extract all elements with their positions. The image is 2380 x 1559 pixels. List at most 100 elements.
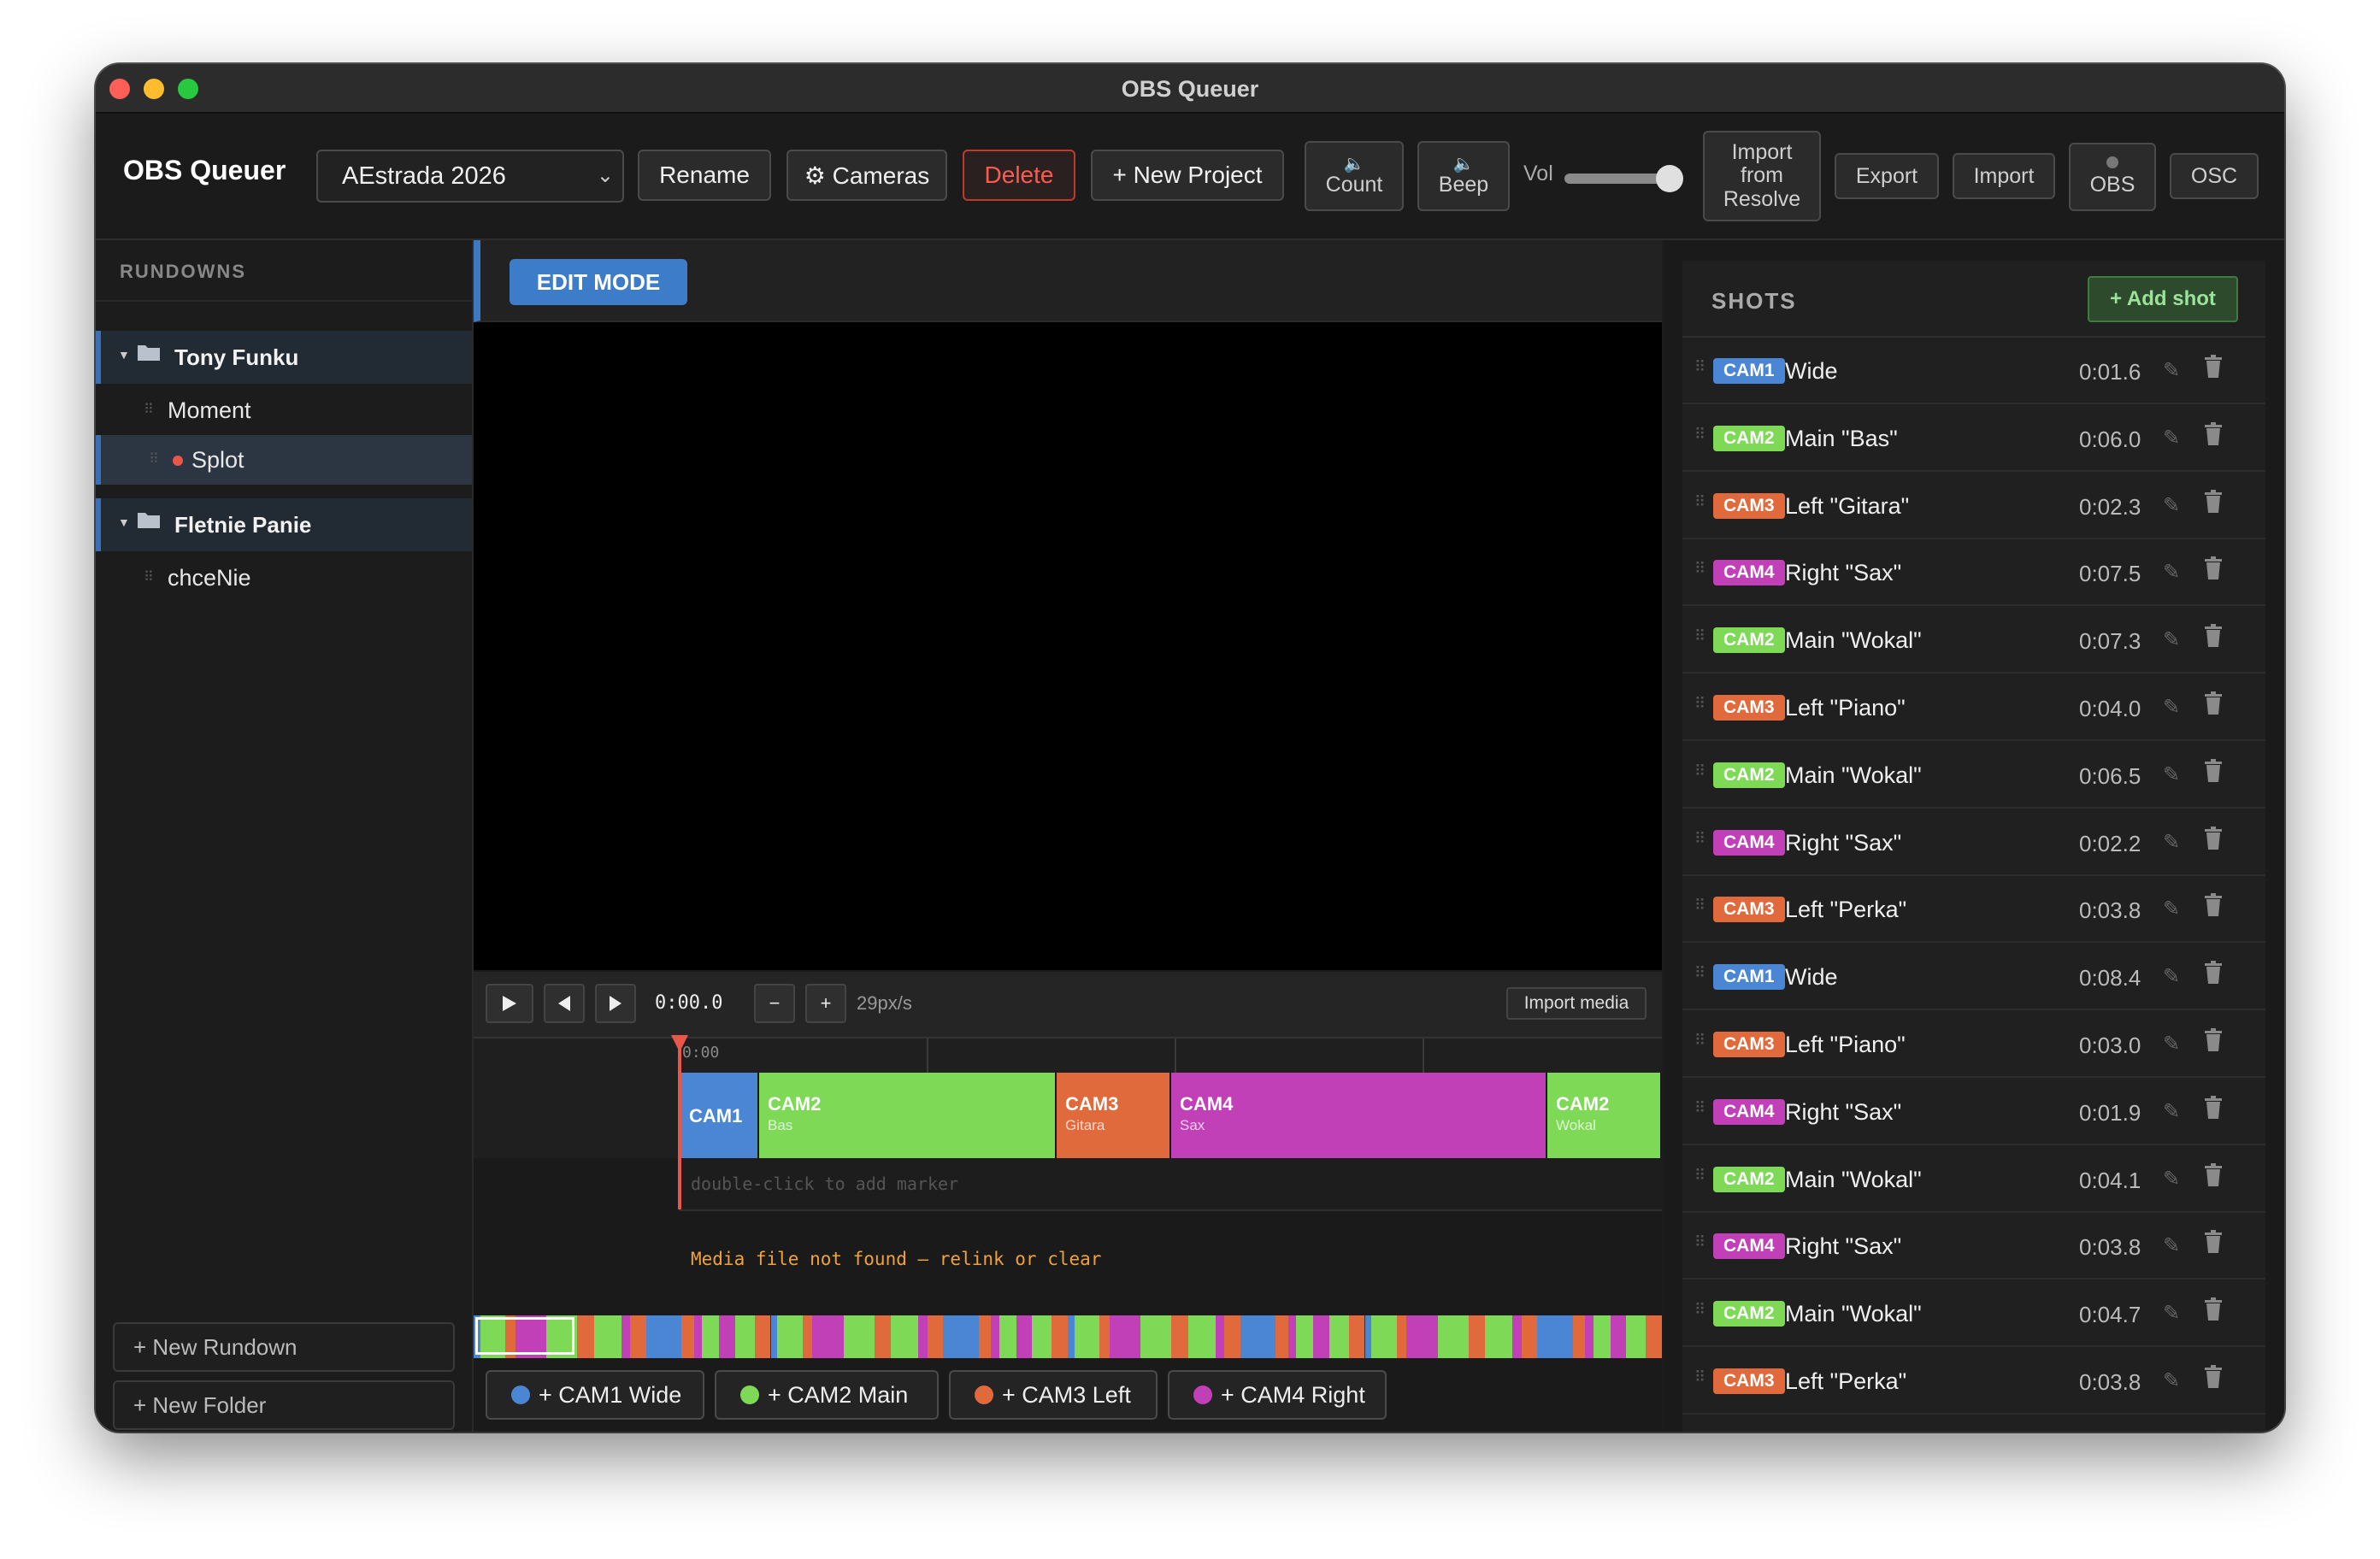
trash-icon[interactable]: [2204, 1230, 2223, 1254]
shot-row[interactable]: ⠿ CAM1 Wide 0:01.6 ✎: [1682, 338, 2265, 404]
beep-button[interactable]: 🔈 Beep: [1417, 141, 1510, 211]
shot-duration[interactable]: 0:01.6: [2079, 359, 2141, 385]
shot-row[interactable]: ⠿ CAM2 Main "Wokal" 0:04.7 ✎: [1682, 1280, 2265, 1348]
drag-handle-icon[interactable]: ⠿: [1694, 1301, 1705, 1319]
shot-duration[interactable]: 0:03.8: [2079, 897, 2141, 924]
drag-handle-icon[interactable]: ⠿: [144, 401, 154, 418]
new-project-button[interactable]: + New Project: [1091, 150, 1284, 201]
shot-duration[interactable]: 0:03.0: [2079, 1032, 2141, 1059]
drag-handle-icon[interactable]: ⠿: [1694, 1233, 1705, 1251]
drag-handle-icon[interactable]: ⠿: [1694, 897, 1705, 915]
step-forward-button[interactable]: [595, 984, 636, 1023]
pencil-icon[interactable]: ✎: [2163, 1099, 2180, 1124]
trash-icon[interactable]: [2204, 691, 2223, 715]
edit-mode-button[interactable]: EDIT MODE: [510, 259, 687, 305]
rundown-item-moment[interactable]: ⠿ Moment: [96, 385, 472, 435]
shot-row[interactable]: ⠿ CAM2 Main "Wokal" 0:04.1 ✎: [1682, 1146, 2265, 1213]
folder-tony-funku[interactable]: ▼ Tony Funku: [96, 331, 472, 384]
add-cam4-button[interactable]: + CAM4 Right: [1168, 1370, 1387, 1420]
disclosure-triangle-icon[interactable]: ▼: [118, 515, 130, 529]
pencil-icon[interactable]: ✎: [2163, 1233, 2180, 1258]
drag-handle-icon[interactable]: ⠿: [1694, 1032, 1705, 1050]
shot-row[interactable]: ⠿ CAM4 Right "Sax" 0:07.5 ✎: [1682, 539, 2265, 607]
drag-handle-icon[interactable]: ⠿: [1694, 695, 1705, 713]
drag-handle-icon[interactable]: ⠿: [1694, 1167, 1705, 1185]
shot-row[interactable]: ⠿ CAM4 Right "Sax" 0:02.2 ✎: [1682, 809, 2265, 876]
add-cam2-button[interactable]: + CAM2 Main: [715, 1370, 939, 1420]
pencil-icon[interactable]: ✎: [2163, 1368, 2180, 1393]
shot-duration[interactable]: 0:08.4: [2079, 965, 2141, 991]
count-button[interactable]: 🔈 Count: [1305, 141, 1404, 211]
shot-row[interactable]: ⠿ CAM2 Main "Wokal" 0:07.3 ✎: [1682, 607, 2265, 674]
folder-fletnie-panie[interactable]: ▼ Fletnie Panie: [96, 498, 472, 551]
timeline-clip[interactable]: CAM2 Bas: [759, 1073, 1057, 1158]
pencil-icon[interactable]: ✎: [2163, 695, 2180, 720]
shot-duration[interactable]: 0:01.9: [2079, 1100, 2141, 1127]
playhead-handle[interactable]: [671, 1035, 688, 1052]
timeline-clip[interactable]: CAM3 Gitara: [1057, 1073, 1171, 1158]
obs-button[interactable]: OBS: [2069, 143, 2156, 211]
timeline-clip[interactable]: CAM1: [680, 1073, 759, 1158]
timeline-clip[interactable]: CAM4 Sax: [1171, 1073, 1547, 1158]
shot-row[interactable]: ⠿ CAM2 Main "Wokal" 0:06.5 ✎: [1682, 742, 2265, 809]
zoom-out-button[interactable]: −: [754, 984, 795, 1023]
pencil-icon[interactable]: ✎: [2163, 830, 2180, 855]
trash-icon[interactable]: [2204, 489, 2223, 514]
pencil-icon[interactable]: ✎: [2163, 762, 2180, 787]
pencil-icon[interactable]: ✎: [2163, 493, 2180, 518]
drag-handle-icon[interactable]: ⠿: [1694, 426, 1705, 444]
trash-icon[interactable]: [2204, 355, 2223, 379]
trash-icon[interactable]: [2204, 961, 2223, 985]
pencil-icon[interactable]: ✎: [2163, 358, 2180, 383]
project-select[interactable]: AEstrada 2026 ⌄: [316, 150, 624, 203]
import-media-button[interactable]: Import media: [1506, 987, 1647, 1020]
pencil-icon[interactable]: ✎: [2163, 1301, 2180, 1326]
add-cam3-button[interactable]: + CAM3 Left: [949, 1370, 1158, 1420]
zoom-in-button[interactable]: +: [805, 984, 846, 1023]
shot-row[interactable]: ⠿ CAM1 Wide 0:08.4 ✎: [1682, 944, 2265, 1011]
shot-duration[interactable]: 0:03.8: [2079, 1234, 2141, 1261]
add-shot-button[interactable]: + Add shot: [2088, 276, 2238, 322]
drag-handle-icon[interactable]: ⠿: [149, 450, 159, 468]
shot-row[interactable]: ⠿ CAM3 Left "Gitara" 0:02.3 ✎: [1682, 473, 2265, 539]
shot-duration[interactable]: 0:06.0: [2079, 427, 2141, 453]
drag-handle-icon[interactable]: ⠿: [144, 568, 154, 585]
shot-duration[interactable]: 0:06.5: [2079, 763, 2141, 790]
drag-handle-icon[interactable]: ⠿: [1694, 493, 1705, 511]
delete-button[interactable]: Delete: [963, 150, 1075, 201]
drag-handle-icon[interactable]: ⠿: [1694, 1368, 1705, 1386]
shot-duration[interactable]: 0:07.3: [2079, 628, 2141, 655]
trash-icon[interactable]: [2204, 556, 2223, 580]
shot-duration[interactable]: 0:04.0: [2079, 696, 2141, 722]
import-button[interactable]: Import: [1953, 153, 2055, 199]
rundown-item-chcenie[interactable]: ⠿ chceNie: [96, 553, 472, 603]
trash-icon[interactable]: [2204, 758, 2223, 783]
drag-handle-icon[interactable]: ⠿: [1694, 560, 1705, 578]
drag-handle-icon[interactable]: ⠿: [1694, 358, 1705, 376]
rundown-item-splot[interactable]: ⠿ Splot: [96, 435, 472, 485]
pencil-icon[interactable]: ✎: [2163, 1032, 2180, 1056]
overview-viewport[interactable]: [475, 1317, 574, 1355]
disclosure-triangle-icon[interactable]: ▼: [118, 348, 130, 362]
shot-row[interactable]: ⠿ CAM3 Left "Piano" 0:03.0 ✎: [1682, 1011, 2265, 1078]
trash-icon[interactable]: [2204, 893, 2223, 917]
trash-icon[interactable]: [2204, 624, 2223, 648]
trash-icon[interactable]: [2204, 421, 2223, 446]
rename-button[interactable]: Rename: [638, 150, 771, 201]
shot-duration[interactable]: 0:04.1: [2079, 1168, 2141, 1194]
trash-icon[interactable]: [2204, 1365, 2223, 1389]
shot-row[interactable]: ⠿ CAM2 Main "Bas" 0:06.0 ✎: [1682, 405, 2265, 472]
new-rundown-button[interactable]: + New Rundown: [113, 1322, 455, 1372]
export-button[interactable]: Export: [1835, 153, 1939, 199]
shot-row[interactable]: ⠿ CAM4 Right "Sax" 0:01.9 ✎: [1682, 1079, 2265, 1145]
shot-duration[interactable]: 0:04.7: [2079, 1302, 2141, 1328]
step-back-button[interactable]: [544, 984, 585, 1023]
pencil-icon[interactable]: ✎: [2163, 560, 2180, 585]
trash-icon[interactable]: [2204, 1297, 2223, 1321]
shot-duration[interactable]: 0:07.5: [2079, 561, 2141, 587]
trash-icon[interactable]: [2204, 1162, 2223, 1187]
drag-handle-icon[interactable]: ⠿: [1694, 627, 1705, 645]
shot-row[interactable]: ⠿ CAM3 Left "Perka" 0:03.8 ✎: [1682, 1348, 2265, 1415]
cameras-button[interactable]: ⚙ Cameras: [786, 150, 947, 201]
pencil-icon[interactable]: ✎: [2163, 964, 2180, 989]
